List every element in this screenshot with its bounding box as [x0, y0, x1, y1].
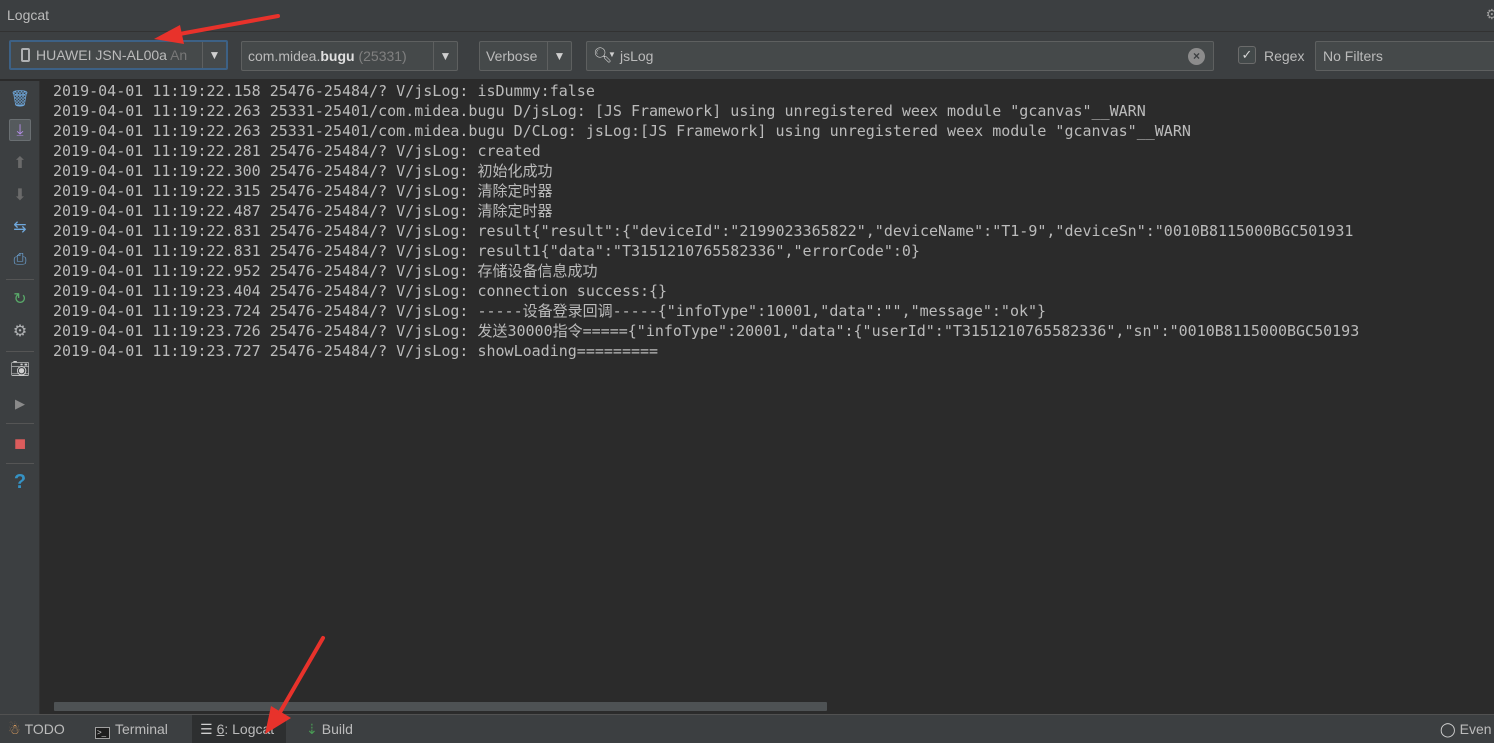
window-title: Logcat: [7, 7, 50, 23]
build-icon: ⇣: [306, 721, 318, 737]
search-query: jsLog: [620, 48, 654, 64]
filter-dropdown[interactable]: No Filters: [1315, 41, 1494, 71]
toolbar-divider: [6, 423, 34, 424]
up-arrow-icon[interactable]: ⬆: [9, 153, 31, 175]
clear-search-icon[interactable]: ×: [1188, 48, 1205, 65]
terminal-icon: >_: [95, 727, 110, 739]
settings-icon[interactable]: ⚙: [9, 321, 31, 343]
help-icon[interactable]: ?: [9, 471, 31, 493]
chevron-down-icon[interactable]: ▼: [547, 42, 571, 70]
process-package-prefix: com.midea.: [248, 48, 321, 64]
log-line: 2019-04-01 11:19:22.263 25331-25401/com.…: [53, 102, 1146, 120]
tab-terminal[interactable]: >_ Terminal: [95, 715, 168, 743]
log-line: 2019-04-01 11:19:22.831 25476-25484/? V/…: [53, 242, 920, 260]
tab-todo-label: TODO: [24, 721, 65, 737]
search-input[interactable]: 🔍︎ ▼ jsLog ×: [586, 41, 1214, 71]
log-line: 2019-04-01 11:19:22.300 25476-25484/? V/…: [53, 162, 553, 180]
logcat-toolbar: HUAWEI JSN-AL00a An ▼ com.midea.bugu (25…: [0, 32, 1494, 80]
device-dropdown[interactable]: HUAWEI JSN-AL00a An ▼: [9, 40, 228, 70]
toolbar-divider: [6, 279, 34, 280]
chevron-down-icon[interactable]: ▼: [433, 42, 457, 70]
gear-icon[interactable]: ⚙: [1485, 6, 1494, 23]
log-level-dropdown[interactable]: Verbose ▼: [479, 41, 572, 71]
tab-build-label: Build: [321, 721, 353, 737]
log-line: 2019-04-01 11:19:22.158 25476-25484/? V/…: [53, 82, 595, 100]
phone-icon: [21, 48, 30, 62]
log-line: 2019-04-01 11:19:22.952 25476-25484/? V/…: [53, 262, 598, 280]
device-suffix: An: [170, 47, 188, 63]
clear-logcat-icon[interactable]: 🗑︎: [9, 89, 31, 111]
log-line: 2019-04-01 11:19:23.404 25476-25484/? V/…: [53, 282, 668, 300]
horizontal-scrollbar[interactable]: [41, 701, 1494, 713]
screen-record-icon[interactable]: ▶: [9, 393, 31, 415]
tool-window-bar: ☃ TODO >_ Terminal ☰ 6: Logcat ⇣ Build ◯ Even: [0, 714, 1494, 743]
chevron-down-icon[interactable]: ▼: [202, 42, 226, 68]
log-line: 2019-04-01 11:19:22.831 25476-25484/? V/…: [53, 222, 1354, 240]
tab-todo[interactable]: ☃ TODO: [8, 715, 65, 743]
screen-capture-icon[interactable]: 📷︎: [9, 359, 31, 381]
search-history-caret-icon[interactable]: ▼: [608, 50, 616, 59]
device-name: HUAWEI JSN-AL00a: [36, 47, 167, 63]
log-line: 2019-04-01 11:19:22.281 25476-25484/? V/…: [53, 142, 541, 160]
soft-wraps-icon[interactable]: ⇆: [9, 217, 31, 239]
print-icon[interactable]: ⎙: [9, 249, 31, 271]
toolbar-divider: [6, 463, 34, 464]
logcat-title-bar: Logcat ⚙: [0, 0, 1494, 32]
tab-event-log-label: Even: [1459, 721, 1492, 737]
log-line: 2019-04-01 11:19:22.487 25476-25484/? V/…: [53, 202, 553, 220]
log-line: 2019-04-01 11:19:23.726 25476-25484/? V/…: [53, 322, 1360, 340]
logcat-icon: ☰: [200, 721, 213, 737]
process-dropdown[interactable]: com.midea.bugu (25331) ▼: [241, 41, 458, 71]
toolbar-divider: [6, 351, 34, 352]
process-pid: (25331): [358, 48, 407, 64]
logcat-side-toolbar: 🗑︎ ⤓ ⬆ ⬇ ⇆ ⎙ ↻ ⚙ 📷︎ ▶ ■ ?: [0, 81, 40, 714]
scroll-to-end-icon[interactable]: ⤓: [9, 119, 31, 141]
process-package-bold: bugu: [320, 48, 355, 64]
process-selected-value: com.midea.bugu (25331): [248, 48, 407, 64]
log-line: 2019-04-01 11:19:22.263 25331-25401/com.…: [53, 122, 1191, 140]
device-selected-value: HUAWEI JSN-AL00a An: [21, 47, 203, 63]
logcat-output[interactable]: 2019-04-01 11:19:22.158 25476-25484/? V/…: [41, 81, 1494, 701]
log-line: 2019-04-01 11:19:23.727 25476-25484/? V/…: [53, 342, 659, 360]
log-line: 2019-04-01 11:19:23.724 25476-25484/? V/…: [53, 302, 1047, 320]
filter-value: No Filters: [1323, 48, 1383, 64]
log-level-value: Verbose: [486, 48, 538, 64]
tab-terminal-label: Terminal: [115, 721, 168, 737]
regex-checkbox[interactable]: ✓: [1238, 46, 1256, 64]
event-log-icon: ◯: [1440, 721, 1456, 737]
restart-icon[interactable]: ↻: [9, 289, 31, 311]
tab-logcat[interactable]: ☰ 6: Logcat: [192, 715, 287, 743]
scrollbar-thumb[interactable]: [54, 702, 827, 711]
regex-label: Regex: [1264, 48, 1305, 64]
todo-icon: ☃: [8, 721, 21, 737]
tab-logcat-label: : Logcat: [224, 721, 275, 737]
tab-build[interactable]: ⇣ Build: [306, 715, 353, 743]
log-line: 2019-04-01 11:19:22.315 25476-25484/? V/…: [53, 182, 553, 200]
tab-event-log[interactable]: ◯ Even: [1440, 715, 1492, 743]
down-arrow-icon[interactable]: ⬇: [9, 185, 31, 207]
stop-icon[interactable]: ■: [9, 433, 31, 455]
